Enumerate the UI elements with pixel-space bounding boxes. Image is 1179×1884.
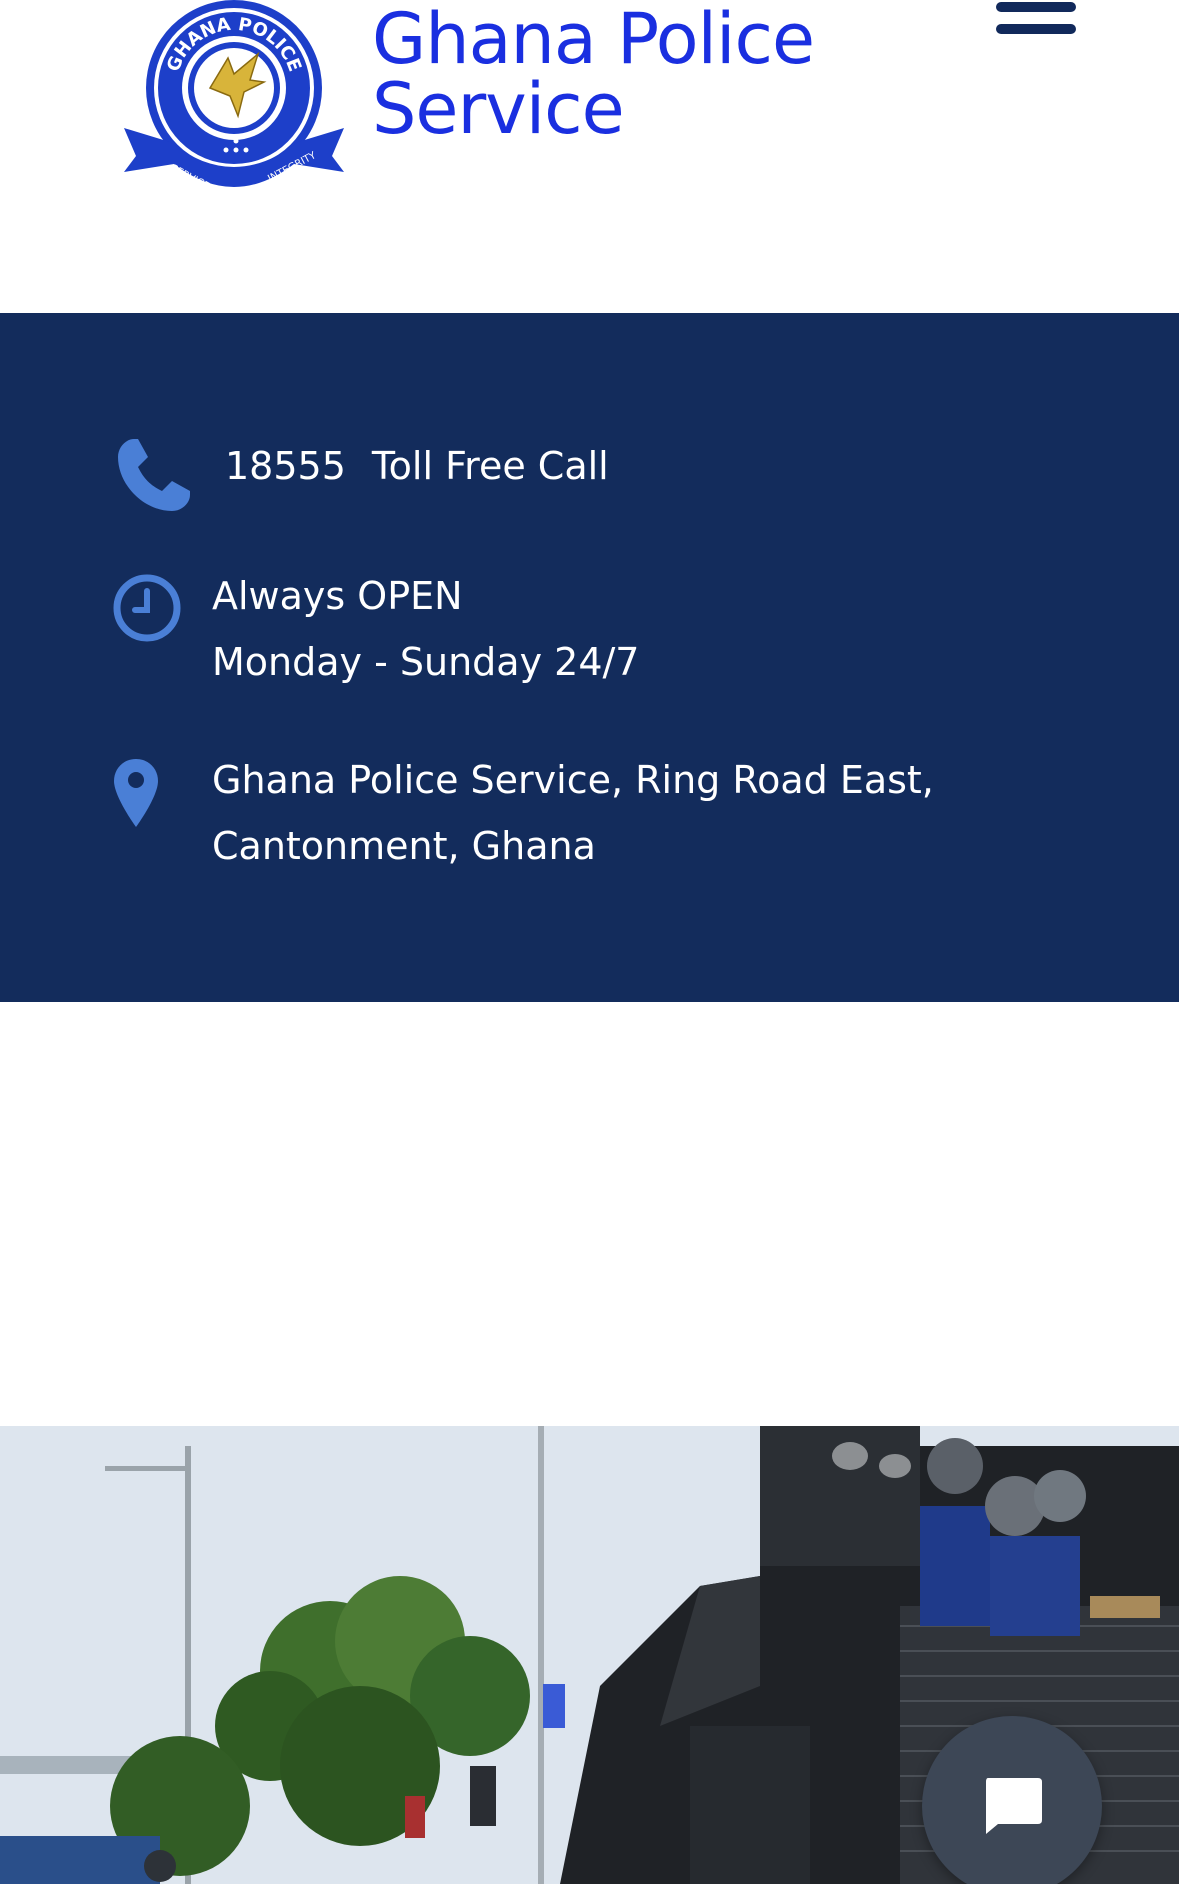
- menu-bar: [996, 2, 1076, 12]
- phone-icon: [112, 433, 196, 537]
- hamburger-menu-icon[interactable]: [996, 0, 1076, 36]
- chat-button[interactable]: [922, 1716, 1102, 1884]
- map-pin-icon: [112, 757, 160, 849]
- chat-bubble-icon: [982, 1776, 1044, 1840]
- site-title[interactable]: Ghana Police Service: [372, 0, 815, 150]
- address-text: Ghana Police Service, Ring Road East, Ca…: [212, 747, 934, 879]
- site-title-line2: Service: [372, 68, 625, 150]
- logo-ribbon-mid: WITH: [222, 197, 246, 207]
- hours-line1: Always OPEN: [212, 574, 463, 618]
- address-line1: Ghana Police Service, Ring Road East,: [212, 758, 934, 802]
- phone-label: Toll Free Call: [371, 444, 609, 488]
- menu-bar: [996, 24, 1076, 34]
- phone-number[interactable]: 18555: [225, 444, 346, 488]
- address-line2: Cantonment, Ghana: [212, 824, 596, 868]
- ghana-police-logo[interactable]: GHANA POLICE SERVICE WITH INTEGRITY: [118, 0, 350, 218]
- clock-icon: [112, 573, 182, 663]
- contact-info-section: 18555 Toll Free Call Always OPEN Monday -…: [0, 313, 1179, 1002]
- phone-text: 18555 Toll Free Call: [225, 433, 609, 499]
- page: GHANA POLICE SERVICE WITH INTEGRITY Ghan…: [0, 0, 1179, 1884]
- site-title-line1: Ghana Police: [372, 0, 815, 80]
- hours-text: Always OPEN Monday - Sunday 24/7: [212, 563, 639, 695]
- site-header: GHANA POLICE SERVICE WITH INTEGRITY Ghan…: [0, 0, 1179, 313]
- hours-line2: Monday - Sunday 24/7: [212, 640, 640, 684]
